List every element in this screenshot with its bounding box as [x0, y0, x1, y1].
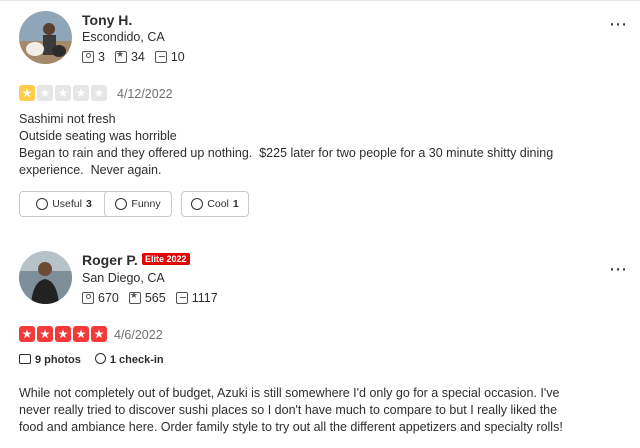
- review-line: experience. Never again.: [19, 163, 162, 177]
- friends-count: 670: [98, 291, 119, 305]
- useful-label: Useful: [52, 198, 82, 210]
- useful-count: 3: [85, 198, 92, 210]
- reviewer-location: Escondido, CA: [82, 30, 165, 44]
- star-3-icon: ★: [55, 326, 71, 342]
- reviews-count: 565: [144, 291, 166, 305]
- cool-label: Cool: [207, 198, 229, 210]
- camera-icon: [19, 353, 31, 364]
- review-line: Began to rain and they offered up nothin…: [19, 146, 554, 160]
- funny-face-icon: [115, 198, 128, 210]
- review-line: Outside seating was horrible: [19, 129, 177, 143]
- friends-count: 3: [98, 50, 105, 64]
- friends-icon: [82, 292, 94, 304]
- friends-icon: [82, 51, 94, 63]
- review-card: Roger P. Elite 2022 San Diego, CA 670 56…: [0, 240, 640, 448]
- reviews-icon: [128, 290, 141, 304]
- useful-button[interactable]: Useful 3: [19, 191, 109, 217]
- star-4-icon: ★: [73, 85, 89, 101]
- review-text: While not completely out of budget, Azuk…: [19, 385, 579, 436]
- review-line: Sashimi not fresh: [19, 112, 116, 126]
- elite-badge: Elite 2022: [142, 253, 190, 265]
- review-card: Tony H. Escondido, CA 3 34 10 ⋯ ★ ★ ★ ★ …: [0, 0, 640, 230]
- cool-count: 1: [232, 198, 239, 210]
- reviewer-name[interactable]: Roger P.: [82, 252, 138, 268]
- checkin-link: 1 check-in: [94, 353, 164, 366]
- photos-label: 9 photos: [35, 353, 81, 366]
- photos-count: 1117: [191, 291, 218, 305]
- review-date: 4/6/2022: [114, 328, 163, 342]
- review-line: never really tried to discover sushi pla…: [19, 403, 558, 417]
- photos-count: 10: [170, 50, 185, 64]
- reviewer-name[interactable]: Tony H.: [82, 12, 132, 28]
- funny-button[interactable]: Funny: [104, 191, 172, 217]
- reviews-count: 34: [130, 50, 145, 64]
- star-1-icon: ★: [19, 85, 35, 101]
- star-1-icon: ★: [19, 326, 35, 342]
- review-line: food and ambiance here. Order family sty…: [19, 420, 563, 434]
- review-date: 4/12/2022: [117, 87, 173, 101]
- cool-face-icon: [191, 198, 204, 210]
- reviewer-stats: 3 34 10: [82, 49, 185, 64]
- avatar[interactable]: [19, 11, 72, 64]
- star-4-icon: ★: [73, 326, 89, 342]
- photos-icon: [154, 51, 167, 63]
- more-options-icon[interactable]: ⋯: [609, 15, 628, 33]
- star-3-icon: ★: [55, 85, 71, 101]
- star-5-icon: ★: [91, 326, 107, 342]
- lightbulb-icon: [36, 198, 49, 210]
- cool-button[interactable]: Cool 1: [181, 191, 249, 217]
- star-rating: ★ ★ ★ ★ ★: [19, 326, 107, 342]
- star-rating: ★ ★ ★ ★ ★: [19, 85, 107, 101]
- star-2-icon: ★: [37, 85, 53, 101]
- funny-label: Funny: [131, 198, 161, 210]
- review-line: While not completely out of budget, Azuk…: [19, 386, 560, 400]
- reviews-icon: [114, 49, 127, 63]
- photos-icon: [175, 292, 188, 304]
- more-options-icon[interactable]: ⋯: [609, 260, 628, 278]
- review-text: Sashimi not fresh Outside seating was ho…: [19, 111, 579, 179]
- star-2-icon: ★: [37, 326, 53, 342]
- avatar[interactable]: [19, 251, 72, 304]
- reviewer-location: San Diego, CA: [82, 271, 165, 285]
- star-5-icon: ★: [91, 85, 107, 101]
- checkin-label: 1 check-in: [109, 354, 164, 366]
- photos-link[interactable]: 9 photos: [19, 353, 81, 366]
- checkin-icon: [94, 353, 106, 364]
- review-meta: 9 photos 1 check-in: [19, 353, 164, 366]
- reviewer-stats: 670 565 1117: [82, 290, 218, 305]
